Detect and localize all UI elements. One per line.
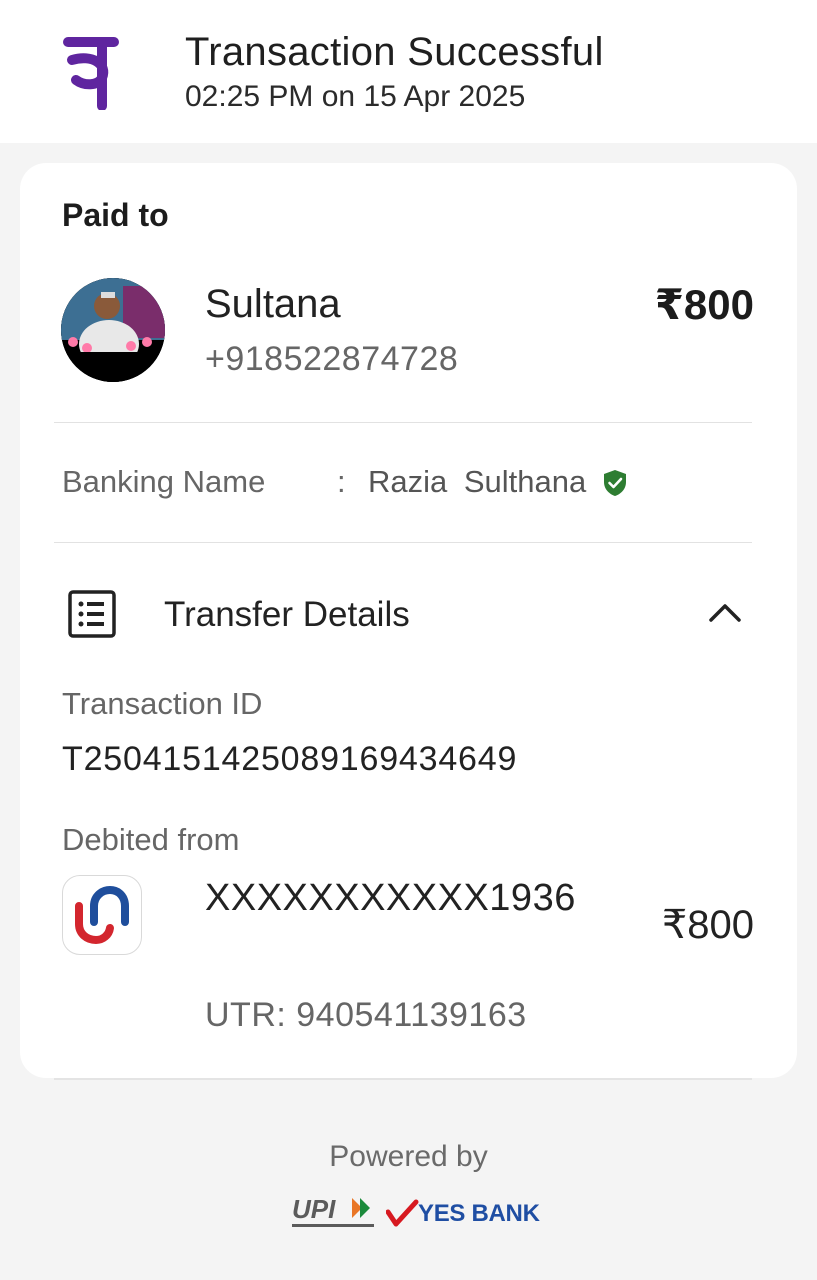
utr-number[interactable]: UTR: 940541139163: [205, 996, 527, 1035]
divider: [54, 542, 752, 543]
header-bar: Transaction Successful 02:25 PM on 15 Ap…: [0, 0, 817, 143]
avatar-photo: [61, 278, 165, 382]
debit-amount: ₹800: [661, 903, 754, 947]
transaction-id-value[interactable]: T2504151425089169434649: [62, 740, 517, 779]
status-timestamp: 02:25 PM on 15 Apr 2025: [185, 80, 526, 113]
verified-shield-icon: [604, 470, 626, 496]
card-bottom-divider: [54, 1078, 752, 1080]
banking-name-separator: :: [337, 464, 346, 499]
upi-logo: UPI: [292, 1194, 374, 1227]
banking-name-value: Razia Sulthana: [368, 464, 587, 499]
phonepe-logo-icon: [63, 37, 119, 110]
divider: [54, 422, 752, 423]
payee-avatar[interactable]: [61, 278, 165, 382]
union-bank-logo-icon: [62, 875, 142, 955]
powered-by-label: Powered by: [329, 1140, 488, 1173]
status-title: Transaction Successful: [185, 30, 604, 74]
debit-account-number: XXXXXXXXXXX1936: [205, 877, 576, 919]
debited-from-label: Debited from: [62, 822, 240, 857]
transaction-id-label: Transaction ID: [62, 686, 263, 721]
chevron-up-icon[interactable]: [706, 598, 744, 628]
paid-amount: ₹800: [654, 281, 754, 328]
transfer-details-title[interactable]: Transfer Details: [164, 595, 410, 635]
payee-phone: +918522874728: [205, 340, 459, 378]
paid-to-heading: Paid to: [62, 197, 169, 233]
receipt-list-icon: [68, 590, 116, 638]
banking-name-label: Banking Name: [62, 464, 266, 499]
svg-text:UPI: UPI: [292, 1194, 336, 1224]
payee-name: Sultana: [205, 282, 341, 326]
yes-bank-name: YES BANK: [418, 1200, 540, 1227]
